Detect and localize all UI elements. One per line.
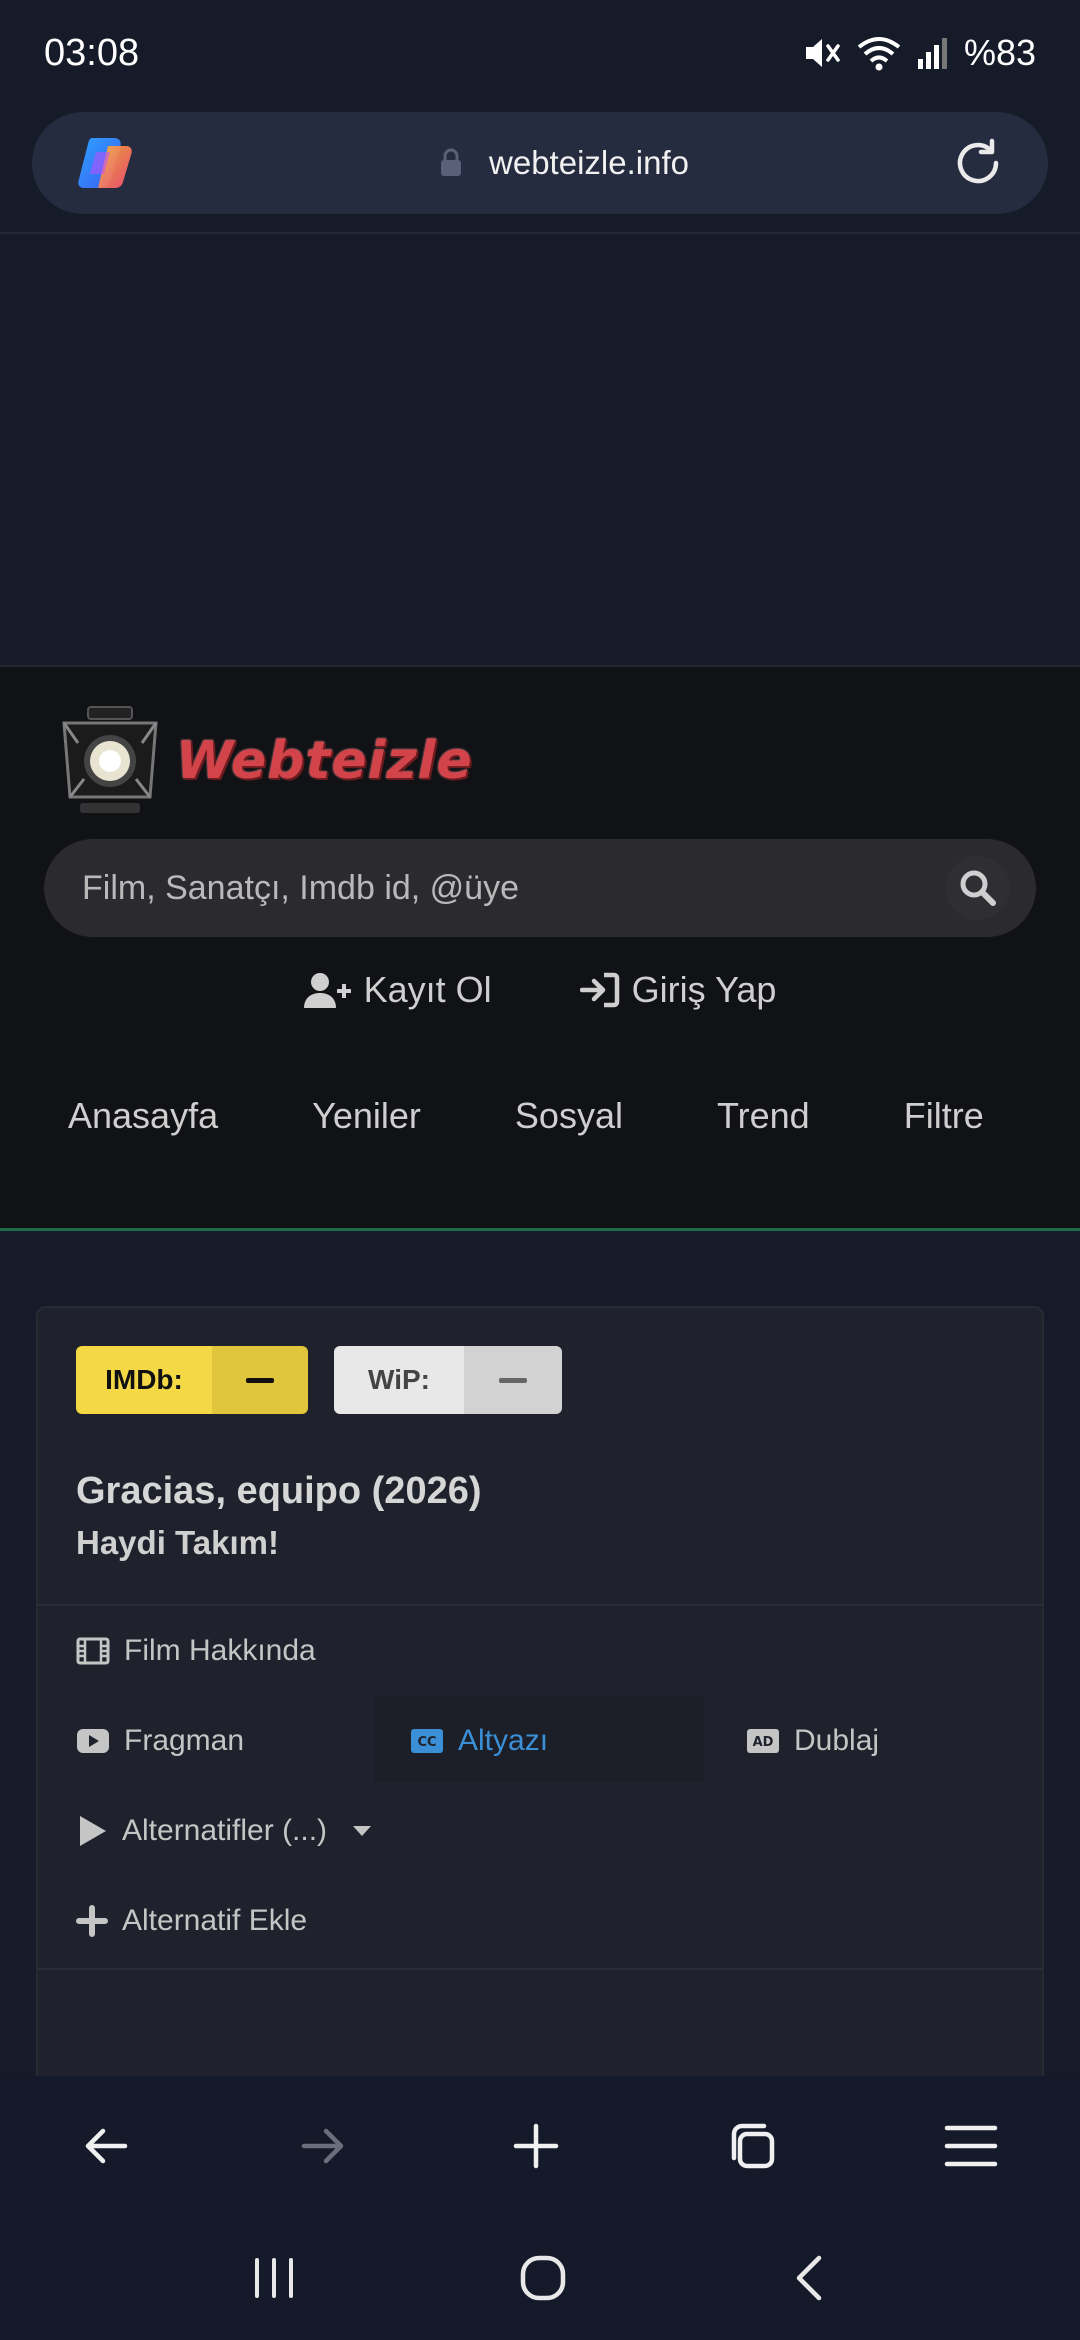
menu-item-trailer[interactable]: Fragman [76, 1724, 244, 1758]
wip-value-placeholder [464, 1346, 562, 1414]
battery-level: %83 [963, 32, 1036, 73]
menu-trailer-label: Fragman [124, 1724, 245, 1757]
svg-text:CC: CC [417, 1735, 436, 1750]
lock-icon [441, 148, 462, 176]
search-input[interactable] [82, 868, 942, 908]
url-text: webteizle.info [489, 144, 689, 181]
closed-caption-icon: CC [411, 1729, 443, 1753]
menu-add-alternative-label: Alternatif Ekle [122, 1904, 308, 1937]
menu-about-label: Film Hakkında [124, 1634, 316, 1667]
film-icon [76, 1637, 110, 1665]
mute-icon [805, 39, 840, 67]
status-bar: 03:08 %83 [0, 0, 1080, 106]
status-time: 03:08 [44, 31, 140, 74]
site-logo[interactable]: Webteizle [58, 705, 473, 817]
sign-in-icon [579, 972, 619, 1008]
caret-down-icon [353, 1826, 372, 1836]
menu-item-alternatives[interactable]: Alternatifler (...) [76, 1814, 373, 1848]
menu-dub-label: Dublaj [794, 1724, 880, 1757]
status-icons: %83 [802, 32, 1036, 74]
card-divider [38, 1968, 1042, 1970]
menu-item-dub[interactable]: AD Dublaj [746, 1724, 879, 1758]
browser-address-bar[interactable]: webteizle.info [32, 112, 1048, 214]
site-header: Webteizle Kayıt Ol Giriş Yap [0, 665, 1080, 1231]
browser-toolbar [0, 2076, 1080, 2216]
card-divider [38, 1604, 1042, 1606]
svg-text:AD: AD [753, 1735, 774, 1750]
auth-links: Kayıt Ol Giriş Yap [0, 969, 1080, 1011]
system-navigation-bar [0, 2216, 1080, 2340]
menu-alternatives-label: Alternatifler (...) [122, 1814, 328, 1847]
header-bottom-border [0, 1228, 1080, 1231]
nav-item-home[interactable]: Anasayfa [68, 1095, 218, 1137]
imdb-rating-badge: IMDb: [76, 1346, 308, 1414]
imdb-label: IMDb: [76, 1346, 212, 1414]
system-back-icon[interactable] [789, 2254, 829, 2302]
wip-rating-badge: WiP: [334, 1346, 562, 1414]
menu-item-subtitles[interactable]: CC Altyazı [410, 1724, 548, 1758]
plus-icon [76, 1905, 108, 1937]
logo-text: Webteizle [176, 731, 473, 791]
menu-hamburger-icon[interactable] [943, 2120, 999, 2172]
film-title: Gracias, equipo (2026) [76, 1470, 482, 1512]
signal-icon [917, 38, 947, 69]
forward-arrow-icon[interactable] [296, 2120, 348, 2172]
browser-divider [0, 232, 1080, 234]
home-icon[interactable] [519, 2254, 567, 2302]
new-tab-plus-icon[interactable] [510, 2120, 562, 2172]
film-subtitle: Haydi Takım! [76, 1524, 279, 1561]
youtube-icon [77, 1729, 109, 1753]
imdb-value-placeholder [212, 1346, 308, 1414]
audio-description-icon: AD [747, 1729, 779, 1753]
nav-item-filter[interactable]: Filtre [904, 1095, 984, 1137]
back-arrow-icon[interactable] [81, 2120, 133, 2172]
search-button[interactable] [946, 856, 1010, 920]
user-plus-icon [303, 973, 351, 1008]
login-button[interactable]: Giriş Yap [579, 969, 777, 1011]
spotlight-logo-icon [62, 706, 158, 813]
register-label: Kayıt Ol [363, 969, 492, 1010]
wifi-icon [857, 37, 901, 71]
nav-item-trend[interactable]: Trend [717, 1095, 810, 1137]
reload-icon[interactable] [952, 137, 1004, 189]
menu-item-add-alternative[interactable]: Alternatif Ekle [76, 1904, 307, 1938]
copilot-icon[interactable] [74, 132, 136, 194]
menu-item-about[interactable]: Film Hakkında [76, 1634, 316, 1668]
nav-item-social[interactable]: Sosyal [515, 1095, 623, 1137]
register-button[interactable]: Kayıt Ol [303, 969, 492, 1011]
menu-subtitles-label: Altyazı [458, 1724, 549, 1757]
tabs-icon[interactable] [724, 2118, 780, 2174]
recent-apps-icon[interactable] [251, 2256, 297, 2300]
url-field[interactable]: webteizle.info [439, 144, 689, 182]
search-icon [960, 870, 996, 906]
main-nav: Anasayfa Yeniler Sosyal Trend Filtre İs [68, 1095, 1080, 1137]
login-label: Giriş Yap [631, 969, 777, 1010]
nav-item-new[interactable]: Yeniler [312, 1095, 421, 1137]
play-icon [80, 1816, 106, 1846]
rating-row: IMDb: WiP: [76, 1346, 562, 1414]
search-box [44, 839, 1036, 937]
wip-label: WiP: [334, 1346, 464, 1414]
